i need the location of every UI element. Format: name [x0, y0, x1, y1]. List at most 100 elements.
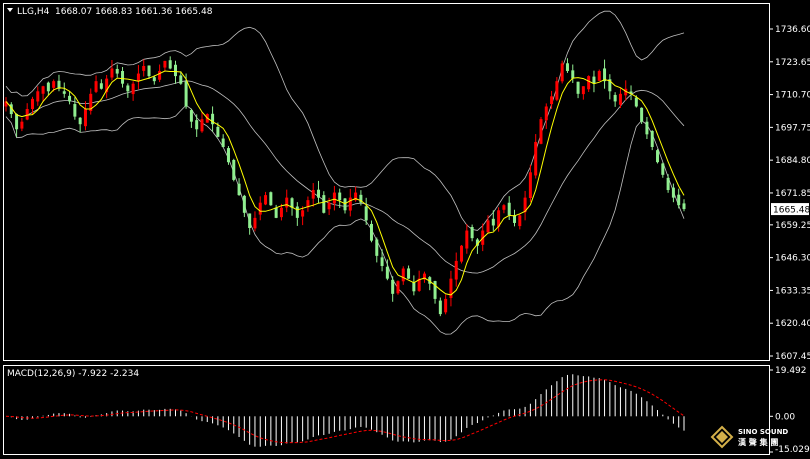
candle-body [507, 202, 511, 216]
macd-tick-label: 19.492 [775, 366, 807, 376]
candle-body [131, 83, 135, 95]
candle-body [338, 192, 342, 201]
candle-body [348, 197, 352, 211]
current-price-marker: 1665.48 [771, 203, 810, 216]
price-tick-label: 1659.25 [775, 221, 810, 231]
candle-body [46, 82, 50, 92]
candle-body [174, 64, 177, 77]
candle-body [115, 68, 119, 74]
candle-body [640, 107, 644, 122]
candle-body [661, 163, 665, 175]
candle-body [136, 73, 140, 81]
candle-body [544, 106, 548, 121]
candle-body [269, 192, 273, 206]
candle-body [226, 148, 230, 163]
candle-body [332, 192, 336, 204]
candle-body [25, 109, 29, 120]
candle-body [158, 71, 162, 80]
candle-body [15, 114, 19, 130]
candle-body [121, 70, 125, 84]
trading-chart[interactable]: 1736.60 1723.65 1710.70 1697.75 1684.80 1671.… [0, 0, 810, 459]
candle-body [407, 268, 411, 279]
candle-body [295, 206, 299, 218]
candle-body [274, 207, 278, 218]
price-tick-label: 1723.65 [775, 58, 810, 68]
candle-body [534, 141, 538, 176]
candle-body [62, 91, 66, 94]
price-tick-label: 1646.30 [775, 254, 810, 264]
candle-body [364, 206, 368, 221]
candle-body [592, 76, 596, 84]
candle-body [311, 190, 315, 199]
candle-body [375, 239, 379, 256]
candle-body [650, 130, 654, 147]
candle-body [253, 217, 257, 229]
price-tick-label: 1671.85 [775, 189, 810, 199]
candle-body [168, 60, 172, 69]
candle-body [634, 97, 638, 107]
candle-body [20, 121, 24, 129]
candle-body [195, 120, 199, 130]
candle-body [454, 260, 458, 280]
candle-body [73, 104, 77, 117]
candle-body [110, 68, 114, 78]
candle-body [41, 86, 45, 94]
candle-body [550, 96, 554, 105]
candle-body [232, 159, 236, 180]
candle-body [189, 110, 193, 122]
candle-body [179, 75, 183, 84]
svg-text:SINO SOUND: SINO SOUND [738, 428, 788, 436]
candle-body [433, 281, 437, 299]
candle-body [555, 81, 559, 100]
candle-body [677, 194, 681, 206]
candle-body [528, 172, 532, 199]
candle-body [68, 95, 72, 102]
candle-body [99, 83, 103, 89]
candle-body [391, 279, 395, 294]
candle-body [682, 203, 686, 210]
candle-body [645, 121, 649, 135]
price-tick-label: 1697.75 [775, 123, 810, 133]
current-price-label: 1665.48 [773, 206, 810, 216]
candle-body [565, 63, 569, 72]
candle-body [216, 126, 220, 137]
candle-body [279, 207, 283, 218]
candle-body [581, 86, 585, 95]
candle-body [343, 198, 347, 211]
price-tick-label: 1684.80 [775, 156, 810, 166]
candle-body [258, 202, 262, 215]
candle-body [327, 202, 331, 210]
candle-body [486, 220, 490, 233]
candle-body [94, 81, 98, 92]
candle-body [438, 300, 442, 315]
candle-body [618, 93, 622, 105]
price-tick-label: 1710.70 [775, 91, 810, 101]
candle-body [560, 63, 564, 82]
macd-tick-label: -15.029 [775, 445, 810, 455]
candle-body [385, 266, 389, 279]
candle-body [184, 81, 188, 107]
candle-body [380, 257, 384, 266]
symbol-label: LLG,H4 [17, 7, 50, 17]
candle-body [52, 81, 56, 88]
candle-body [401, 268, 405, 282]
price-tick-label: 1620.40 [775, 319, 810, 329]
candle-body [597, 71, 601, 81]
candle-body [539, 119, 543, 144]
candle-body [470, 227, 474, 239]
candle-body [221, 138, 225, 147]
candle-body [518, 215, 522, 227]
candle-body [571, 70, 575, 79]
candle-body [502, 205, 506, 210]
candle-body [613, 94, 617, 102]
candle-body [444, 298, 448, 313]
candle-body [30, 98, 34, 110]
candle-body [83, 109, 87, 127]
candle-body [301, 210, 305, 217]
svg-text:漢 聲 集 團: 漢 聲 集 團 [738, 437, 778, 447]
macd-label: MACD(12,26,9) -7.922 -2.234 [7, 369, 139, 379]
price-tick-label: 1607.45 [775, 352, 810, 362]
price-tick-label: 1633.35 [775, 286, 810, 296]
candle-body [666, 177, 670, 191]
candle-body [152, 77, 156, 82]
